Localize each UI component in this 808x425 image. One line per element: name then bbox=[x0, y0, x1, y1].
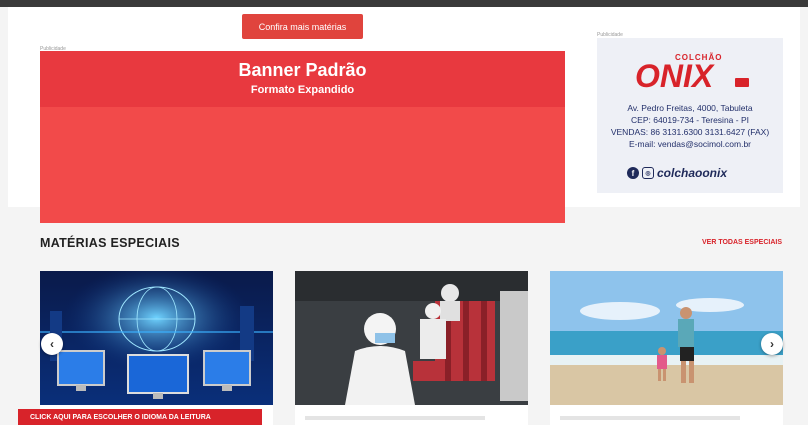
carousel-prev-button[interactable]: ‹ bbox=[41, 333, 63, 355]
article-card[interactable] bbox=[550, 271, 783, 425]
onix-logo: COLCHÃO ONIX bbox=[635, 50, 755, 94]
banner-ad[interactable]: Banner Padrão Formato Expandido bbox=[40, 51, 565, 223]
more-articles-button[interactable]: Confira mais matérias bbox=[242, 14, 363, 39]
banner-subtitle: Formato Expandido bbox=[250, 84, 355, 96]
ad-email: E-mail: vendas@socimol.com.br bbox=[629, 139, 751, 149]
logo-badge bbox=[735, 78, 749, 87]
top-bar bbox=[0, 0, 808, 7]
article-card[interactable] bbox=[295, 271, 528, 425]
ad-address: Av. Pedro Freitas, 4000, Tabuleta bbox=[627, 103, 753, 113]
side-ad[interactable]: COLCHÃO ONIX Av. Pedro Freitas, 4000, Ta… bbox=[597, 38, 783, 193]
facebook-icon: f bbox=[627, 167, 639, 179]
article-card[interactable] bbox=[40, 271, 273, 425]
language-selector-bar[interactable]: CLICK AQUI PARA ESCOLHER O IDIOMA DA LEI… bbox=[18, 409, 262, 425]
banner-title: Banner Padrão bbox=[238, 60, 367, 80]
card-title-placeholder bbox=[560, 416, 740, 420]
beach-father-child-photo bbox=[550, 271, 783, 405]
see-all-link[interactable]: VER TODAS ESPECIAIS bbox=[702, 239, 782, 246]
carousel-next-button[interactable]: › bbox=[761, 333, 783, 355]
ad-zip: CEP: 64019-734 - Teresina - PI bbox=[631, 115, 749, 125]
ad-phone: VENDAS: 86 3131.6300 3131.6427 (FAX) bbox=[610, 127, 770, 137]
section-title: MATÉRIAS ESPECIAIS bbox=[40, 236, 180, 250]
social-handle: colchaoonix bbox=[657, 166, 728, 180]
ad-contact-info: Av. Pedro Freitas, 4000, Tabuleta CEP: 6… bbox=[597, 102, 783, 150]
chevron-left-icon: ‹ bbox=[50, 337, 54, 351]
factory-workers-masks-photo bbox=[295, 271, 528, 405]
computer-monitors-technology-photo bbox=[40, 271, 273, 405]
chevron-right-icon: › bbox=[770, 337, 774, 351]
ad-social: f ◎ colchaoonix bbox=[627, 166, 727, 180]
instagram-icon: ◎ bbox=[642, 167, 654, 179]
logo-main-text: ONIX bbox=[635, 58, 714, 94]
card-title-placeholder bbox=[305, 416, 485, 420]
